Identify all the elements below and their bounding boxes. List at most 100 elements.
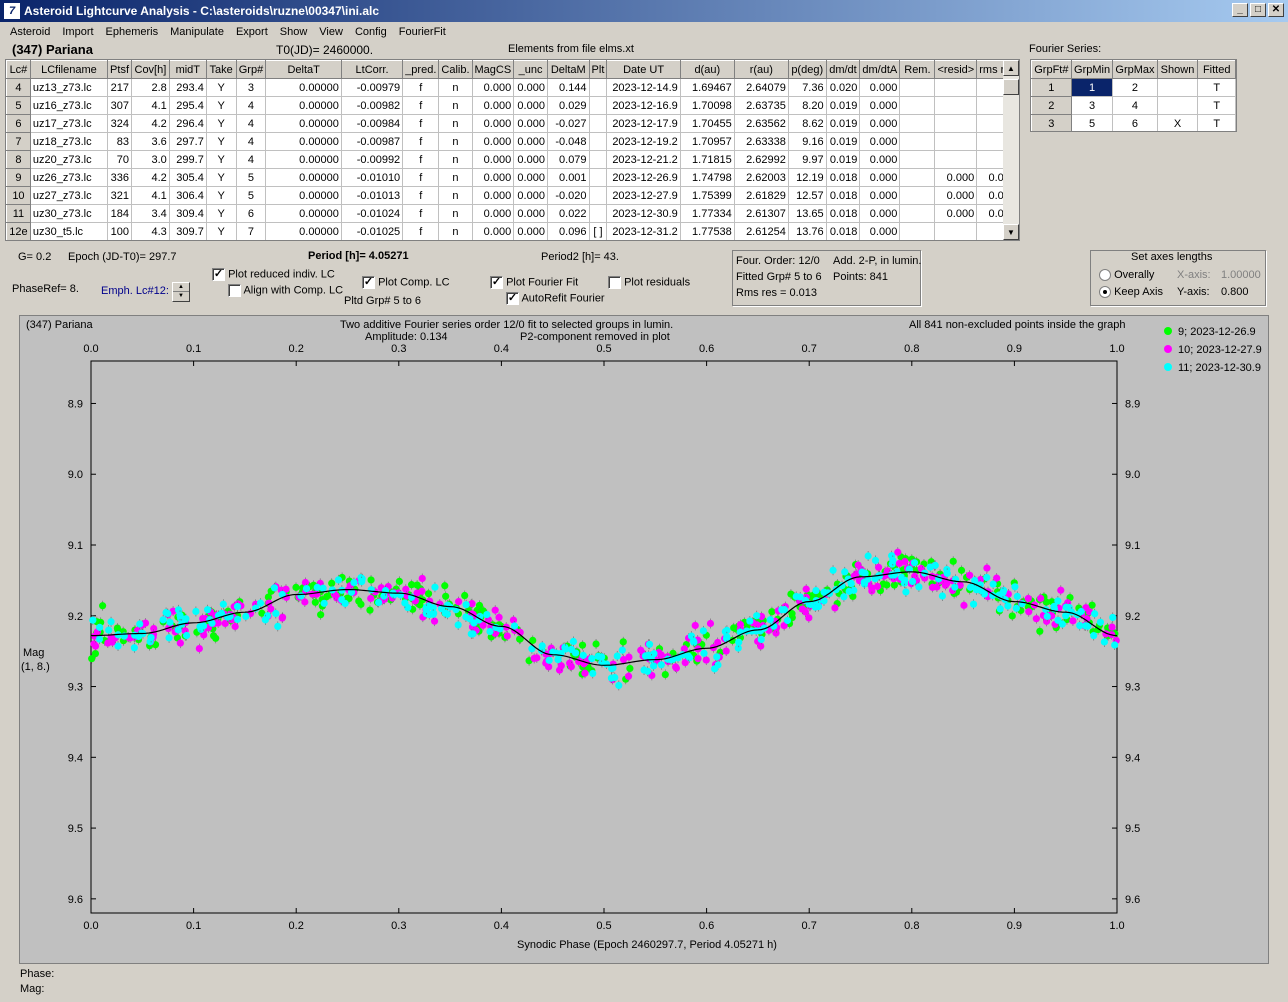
- lc-cell[interactable]: 299.7: [168, 150, 207, 169]
- lc-cell[interactable]: f: [402, 132, 440, 151]
- lc-cell[interactable]: -0.00992: [340, 150, 404, 169]
- lc-cell[interactable]: 295.4: [168, 96, 207, 115]
- lc-cell[interactable]: n: [438, 168, 473, 187]
- lc-col-header[interactable]: Date UT: [606, 60, 681, 79]
- fs-cell[interactable]: T: [1197, 96, 1236, 115]
- lc-cell[interactable]: 12.19: [787, 168, 827, 187]
- lc-col-header[interactable]: Take: [205, 60, 237, 79]
- lc-cell[interactable]: -0.00987: [340, 132, 404, 151]
- lc-cell[interactable]: 13.76: [787, 222, 827, 240]
- lc-col-header[interactable]: midT: [168, 60, 207, 79]
- lc-cell[interactable]: 1.75399: [679, 186, 735, 205]
- plot-residuals-checkbox[interactable]: Plot residuals: [608, 276, 690, 289]
- lc-cell[interactable]: Y: [205, 132, 237, 151]
- lc-cell[interactable]: [588, 168, 608, 187]
- x-axis-value[interactable]: 1.00000: [1221, 269, 1261, 281]
- lc-col-header[interactable]: p(deg): [787, 60, 827, 79]
- plot-comp-checkbox[interactable]: ✓ Plot Comp. LC: [362, 276, 450, 289]
- lc-cell[interactable]: 0.000: [513, 114, 548, 133]
- lc-cell[interactable]: -0.020: [546, 186, 590, 205]
- lc-cell[interactable]: [899, 204, 936, 223]
- lc-cell[interactable]: 0.000: [513, 96, 548, 115]
- lc-cell[interactable]: f: [402, 78, 440, 97]
- lc-cell[interactable]: -0.01010: [340, 168, 404, 187]
- lc-cell[interactable]: 0.00000: [265, 114, 342, 133]
- fs-cell[interactable]: 3: [1070, 96, 1114, 115]
- fs-table-row[interactable]: 356XT: [1031, 114, 1236, 131]
- lc-cell[interactable]: 309.7: [168, 222, 207, 240]
- lc-cell[interactable]: [588, 204, 608, 223]
- lc-cell[interactable]: [899, 222, 936, 240]
- lc-cell[interactable]: -0.00979: [340, 78, 404, 97]
- lc-cell[interactable]: 0.000: [471, 168, 515, 187]
- close-button[interactable]: ✕: [1268, 3, 1284, 17]
- lc-col-header[interactable]: d(au): [679, 60, 735, 79]
- lc-cell[interactable]: [588, 132, 608, 151]
- lc-cell[interactable]: -0.027: [546, 114, 590, 133]
- lc-cell[interactable]: 1.70455: [679, 114, 735, 133]
- lc-cell[interactable]: 3.4: [131, 204, 170, 223]
- lc-cell[interactable]: 0.018: [825, 222, 861, 240]
- lc-row-number[interactable]: 6: [6, 114, 31, 133]
- lc-cell[interactable]: 70: [107, 150, 133, 169]
- fs-cell[interactable]: [1156, 78, 1199, 97]
- lc-cell[interactable]: 2.63338: [733, 132, 789, 151]
- lc-row-number[interactable]: 4: [6, 78, 31, 97]
- lightcurve-plot[interactable]: 0.0 0.0 0.1 0.1 0.2 0.2 0.3 0.3 0.4 0.4 0.5 0.5 0.6 0…: [20, 316, 1268, 963]
- lc-cell[interactable]: 3.0: [131, 150, 170, 169]
- lc-row-number[interactable]: 9: [6, 168, 31, 187]
- fs-row-number[interactable]: 1: [1031, 78, 1072, 97]
- lc-cell[interactable]: [934, 150, 978, 169]
- scroll-down-button[interactable]: ▼: [1003, 224, 1019, 240]
- lc-cell[interactable]: [899, 132, 936, 151]
- lc-cell[interactable]: [588, 114, 608, 133]
- lc-cell[interactable]: 0.000: [859, 168, 901, 187]
- lc-cell[interactable]: 184: [107, 204, 133, 223]
- lc-cell[interactable]: 0.000: [859, 96, 901, 115]
- lc-cell[interactable]: 305.4: [168, 168, 207, 187]
- keep-axis-radio[interactable]: Keep Axis: [1099, 286, 1163, 299]
- lc-cell[interactable]: [934, 132, 978, 151]
- lc-cell[interactable]: 0.000: [471, 96, 515, 115]
- lc-cell[interactable]: 2023-12-30.9: [606, 204, 681, 223]
- lc-cell[interactable]: 217: [107, 78, 133, 97]
- lc-table-row[interactable]: 5 uz16_z73.lc 307 4.1 295.4 Y 4 0.00000 -0.00982…: [6, 96, 1019, 115]
- lc-cell[interactable]: 0.000: [513, 204, 548, 223]
- lc-cell[interactable]: [934, 222, 978, 240]
- lc-cell[interactable]: 7.36: [787, 78, 827, 97]
- menu-fourierfit[interactable]: FourierFit: [393, 26, 452, 38]
- lc-cell[interactable]: f: [402, 114, 440, 133]
- lc-table-row[interactable]: 10 uz27_z73.lc 321 4.1 306.4 Y 5 0.00000 -0.0101…: [6, 186, 1019, 205]
- lc-cell[interactable]: 8.20: [787, 96, 827, 115]
- lc-cell[interactable]: 5: [235, 186, 267, 205]
- lc-cell[interactable]: 0.019: [825, 132, 861, 151]
- lc-col-header[interactable]: Grp#: [235, 60, 267, 79]
- lc-row-number[interactable]: 10: [6, 186, 31, 205]
- lc-cell[interactable]: 5: [235, 168, 267, 187]
- fs-cell[interactable]: 5: [1070, 114, 1114, 131]
- lc-cell[interactable]: 306.4: [168, 186, 207, 205]
- lc-table-row[interactable]: 7 uz18_z73.lc 83 3.6 297.7 Y 4 0.00000 -0.00987 f…: [6, 132, 1019, 151]
- lc-cell[interactable]: 0.00000: [265, 132, 342, 151]
- lc-cell[interactable]: 297.7: [168, 132, 207, 151]
- lc-cell[interactable]: uz13_z73.lc: [29, 78, 109, 97]
- lc-col-header[interactable]: MagCS: [471, 60, 515, 79]
- lc-col-header[interactable]: LtCorr.: [340, 60, 404, 79]
- lc-cell[interactable]: 6: [235, 204, 267, 223]
- lc-cell[interactable]: -0.01025: [340, 222, 404, 240]
- lc-cell[interactable]: 0.00000: [265, 222, 342, 240]
- lc-cell[interactable]: 9.97: [787, 150, 827, 169]
- lc-cell[interactable]: 1.77538: [679, 222, 735, 240]
- lc-cell[interactable]: 1.70098: [679, 96, 735, 115]
- lc-cell[interactable]: 13.65: [787, 204, 827, 223]
- y-axis-value[interactable]: 0.800: [1221, 286, 1249, 298]
- lc-cell[interactable]: Y: [205, 96, 237, 115]
- lc-cell[interactable]: 0.00000: [265, 96, 342, 115]
- lc-cell[interactable]: uz16_z73.lc: [29, 96, 109, 115]
- lc-cell[interactable]: 0.000: [513, 168, 548, 187]
- lc-cell[interactable]: [899, 96, 936, 115]
- lc-cell[interactable]: 4.3: [131, 222, 170, 240]
- lc-col-header[interactable]: r(au): [733, 60, 789, 79]
- lc-cell[interactable]: 0.000: [513, 78, 548, 97]
- lc-cell[interactable]: 0.000: [513, 150, 548, 169]
